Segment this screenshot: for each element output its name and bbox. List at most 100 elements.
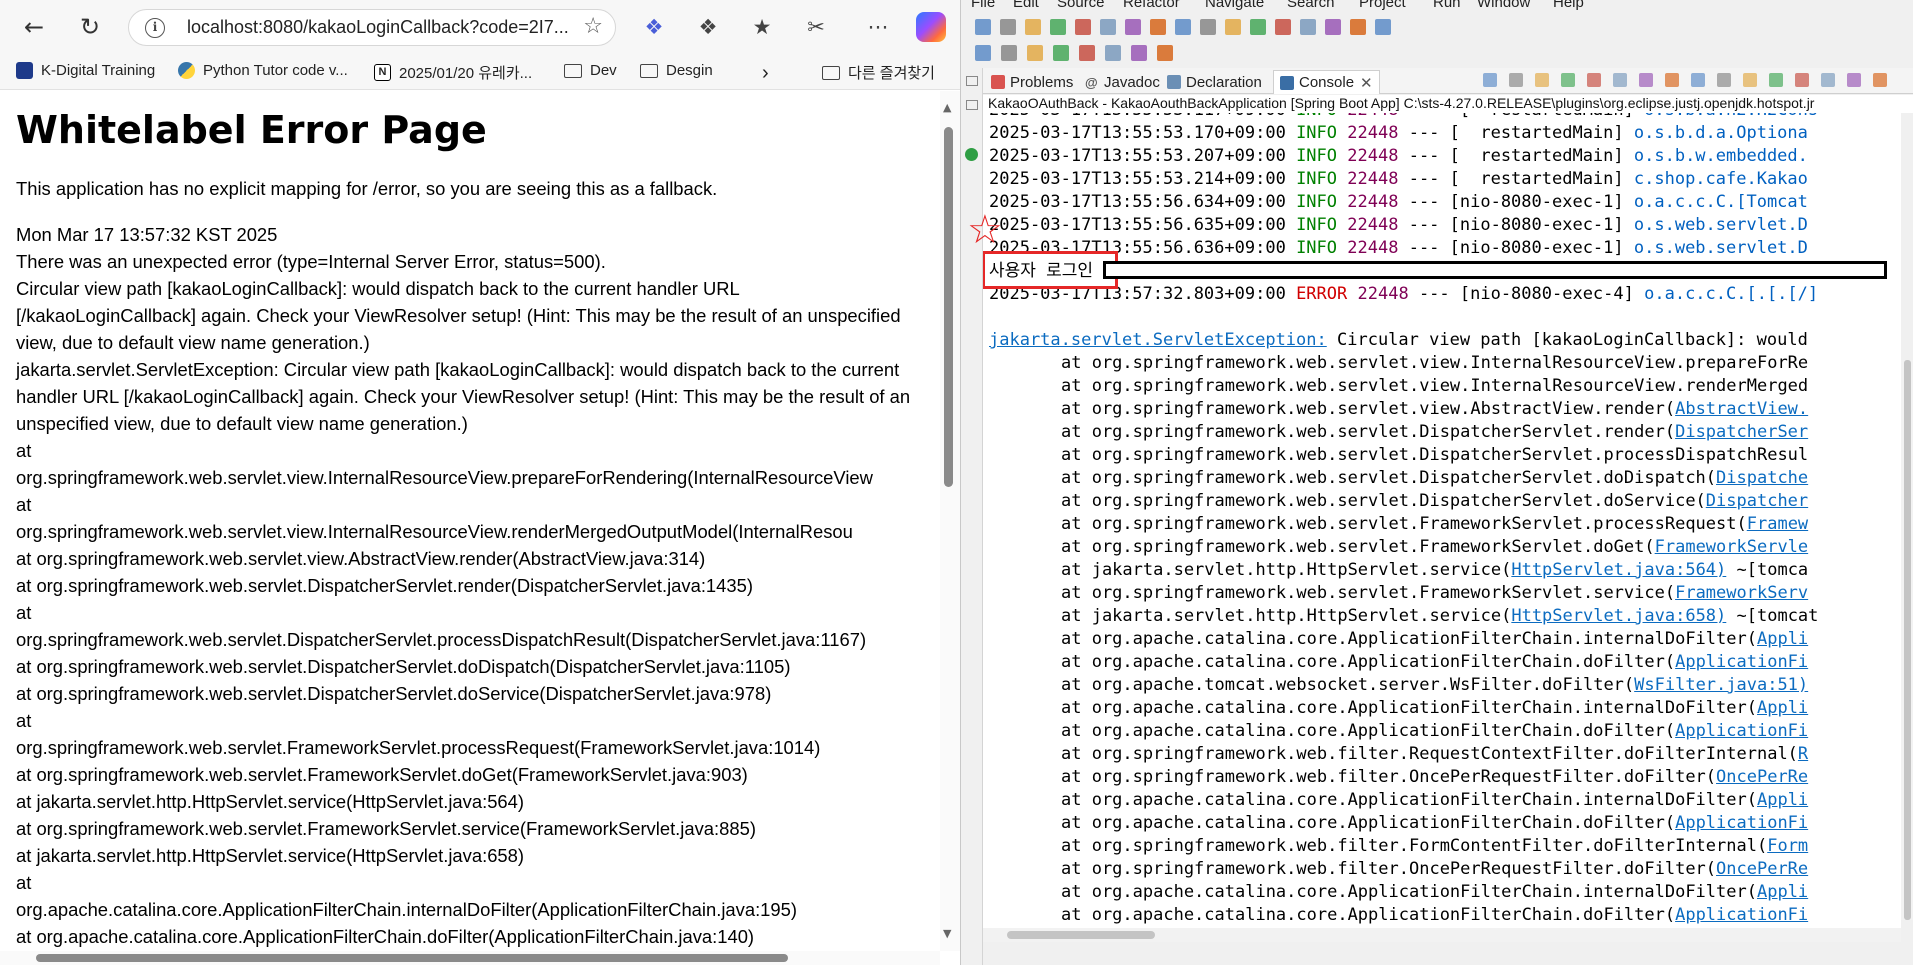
console-action-icon[interactable] <box>1535 73 1549 87</box>
source-file-link[interactable]: FrameworkServle <box>1655 537 1809 557</box>
minimized-view-icon[interactable] <box>966 100 978 110</box>
source-file-link[interactable]: Dispatcher <box>1706 491 1808 511</box>
source-file-link[interactable]: OncePerRe <box>1716 767 1808 787</box>
source-file-link[interactable]: Appli <box>1757 629 1808 649</box>
toolbar-tool-icon[interactable] <box>1325 19 1341 35</box>
menu-search[interactable]: Search <box>1287 0 1335 11</box>
page-horizontal-scrollbar[interactable] <box>0 951 940 965</box>
toolbar-tool-icon[interactable] <box>975 19 991 35</box>
toolbar-tool-icon[interactable] <box>1025 19 1041 35</box>
favorites-icon[interactable]: ★ <box>748 13 776 41</box>
read-aloud-icon[interactable]: ❖ <box>640 13 668 41</box>
console-action-icon[interactable] <box>1717 73 1731 87</box>
source-file-link[interactable]: DispatcherSer <box>1675 422 1808 442</box>
tab-problems[interactable]: Problems <box>991 70 1073 94</box>
source-file-link[interactable]: Framew <box>1747 514 1808 534</box>
copilot-icon[interactable] <box>916 12 946 42</box>
toolbar-tool-icon[interactable] <box>1150 19 1166 35</box>
menu-project[interactable]: Project <box>1359 0 1406 11</box>
page-vertical-scrollbar[interactable]: ▲ ▼ <box>940 91 960 951</box>
console-action-icon[interactable] <box>1847 73 1861 87</box>
console-action-icon[interactable] <box>1587 73 1601 87</box>
source-file-link[interactable]: WsFilter.java:51) <box>1634 675 1808 695</box>
bookmark-k-digital[interactable]: K-Digital Training <box>16 62 155 79</box>
toolbar-tool-icon[interactable] <box>1275 19 1291 35</box>
menu-help[interactable]: Help <box>1553 0 1584 11</box>
source-file-link[interactable]: AbstractView. <box>1675 399 1808 419</box>
toolbar-tool-icon[interactable] <box>975 45 991 61</box>
toolbar-tool-icon[interactable] <box>1075 19 1091 35</box>
source-file-link[interactable]: Form <box>1767 836 1808 856</box>
tab-console[interactable]: Console ✕ <box>1273 70 1380 94</box>
bookmark-notion[interactable]: N 2025/01/20 유레카... <box>374 62 532 83</box>
source-file-link[interactable]: ApplicationFi <box>1675 905 1808 925</box>
site-info-icon[interactable]: i <box>145 18 165 38</box>
console-action-icon[interactable] <box>1873 73 1887 87</box>
source-file-link[interactable]: Appli <box>1757 882 1808 902</box>
source-file-link[interactable]: Appli <box>1757 790 1808 810</box>
menu-file[interactable]: File <box>971 0 995 11</box>
tab-javadoc[interactable]: @ Javadoc <box>1085 70 1160 94</box>
toolbar-tool-icon[interactable] <box>1000 19 1016 35</box>
toolbar-tool-icon[interactable] <box>1300 19 1316 35</box>
toolbar-tool-icon[interactable] <box>1027 45 1043 61</box>
source-file-link[interactable]: ApplicationFi <box>1675 813 1808 833</box>
menu-edit[interactable]: Edit <box>1013 0 1039 11</box>
source-file-link[interactable]: Appli <box>1757 698 1808 718</box>
refresh-icon[interactable]: ↻ <box>72 9 108 45</box>
scrollbar-thumb[interactable] <box>944 127 953 487</box>
toolbar-tool-icon[interactable] <box>1375 19 1391 35</box>
url-text[interactable]: localhost:8080/kakaoLoginCallback?code=2… <box>187 17 569 38</box>
run-status-icon[interactable] <box>965 148 978 161</box>
source-file-link[interactable]: ApplicationFi <box>1675 721 1808 741</box>
source-file-link[interactable]: OncePerRe <box>1716 859 1808 879</box>
console-action-icon[interactable] <box>1769 73 1783 87</box>
toolbar-tool-icon[interactable] <box>1157 45 1173 61</box>
console-action-icon[interactable] <box>1639 73 1653 87</box>
tab-declaration[interactable]: Declaration <box>1167 70 1262 94</box>
scrollbar-thumb[interactable] <box>1904 360 1911 920</box>
source-file-link[interactable]: R <box>1798 744 1808 764</box>
console-action-icon[interactable] <box>1743 73 1757 87</box>
screenshot-icon[interactable]: ✂ <box>802 13 830 41</box>
console-action-icon[interactable] <box>1821 73 1835 87</box>
source-file-link[interactable]: Dispatche <box>1716 468 1808 488</box>
toolbar-tool-icon[interactable] <box>1200 19 1216 35</box>
scroll-down-icon[interactable]: ▼ <box>943 927 951 940</box>
console-action-icon[interactable] <box>1613 73 1627 87</box>
toolbar-tool-icon[interactable] <box>1131 45 1147 61</box>
bookmark-other-favorites[interactable]: 다른 즐겨찾기 <box>822 62 935 83</box>
more-menu-icon[interactable]: ⋯ <box>864 13 892 41</box>
chevron-right-icon[interactable]: › <box>762 62 769 85</box>
console-action-icon[interactable] <box>1561 73 1575 87</box>
source-file-link[interactable]: FrameworkServ <box>1675 583 1808 603</box>
toolbar-tool-icon[interactable] <box>1350 19 1366 35</box>
minimized-view-icon[interactable] <box>966 76 978 86</box>
console-action-icon[interactable] <box>1795 73 1809 87</box>
address-bar[interactable]: i localhost:8080/kakaoLoginCallback?code… <box>128 9 616 46</box>
menu-navigate[interactable]: Navigate <box>1205 0 1264 11</box>
console-horizontal-scrollbar[interactable] <box>983 928 1901 942</box>
source-file-link[interactable]: HttpServlet.java:658) <box>1511 606 1726 626</box>
menu-window[interactable]: Window <box>1477 0 1530 11</box>
menu-run[interactable]: Run <box>1433 0 1461 11</box>
console-action-icon[interactable] <box>1665 73 1679 87</box>
bookmark-folder-desgin[interactable]: Desgin <box>640 62 713 79</box>
toolbar-tool-icon[interactable] <box>1100 19 1116 35</box>
toolbar-tool-icon[interactable] <box>1125 19 1141 35</box>
toolbar-tool-icon[interactable] <box>1225 19 1241 35</box>
toolbar-tool-icon[interactable] <box>1001 45 1017 61</box>
close-icon[interactable]: ✕ <box>1360 74 1373 92</box>
bookmark-python-tutor[interactable]: Python Tutor code v... <box>178 62 348 79</box>
console-action-icon[interactable] <box>1691 73 1705 87</box>
menu-source[interactable]: Source <box>1057 0 1105 11</box>
console-output[interactable]: 2025-03-17T13:55:53.117+09:00 INFO 22448… <box>983 113 1901 928</box>
console-vertical-scrollbar[interactable] <box>1901 360 1913 920</box>
extensions-puzzle-icon[interactable]: ❖ <box>694 13 722 41</box>
toolbar-tool-icon[interactable] <box>1250 19 1266 35</box>
source-file-link[interactable]: HttpServlet.java:564) <box>1511 560 1726 580</box>
toolbar-tool-icon[interactable] <box>1053 45 1069 61</box>
scrollbar-thumb[interactable] <box>1007 931 1155 939</box>
source-file-link[interactable]: ApplicationFi <box>1675 652 1808 672</box>
menu-refactor[interactable]: Refactor <box>1123 0 1180 11</box>
